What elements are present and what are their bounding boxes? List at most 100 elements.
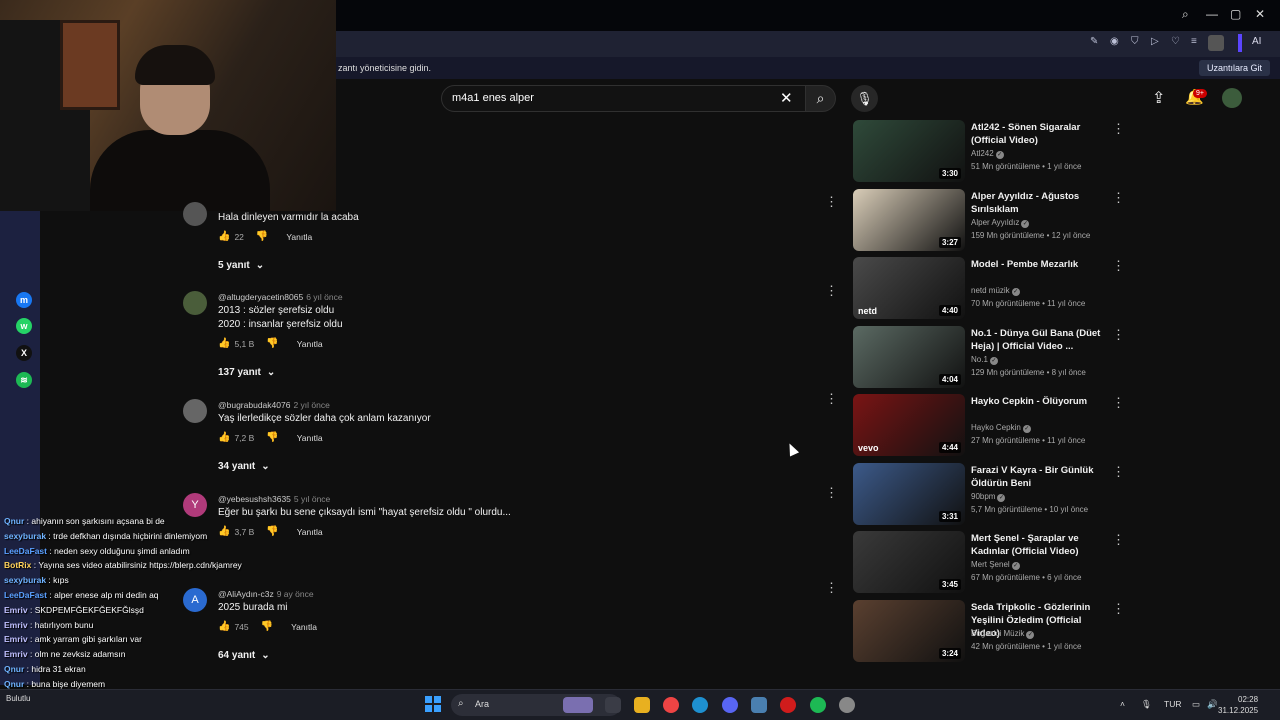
clear-search-icon[interactable]: ✕	[780, 89, 793, 107]
channel-name[interactable]: Hayko Cepkin	[971, 423, 1021, 432]
comment-author-name[interactable]: @bugrabudak4076	[218, 400, 290, 410]
upload-icon[interactable]: ⇪	[1152, 88, 1165, 108]
comment-more-icon[interactable]: ⋮	[825, 391, 838, 407]
heart-icon[interactable]: ♡	[1171, 36, 1180, 47]
chat-username[interactable]: sexyburak	[4, 575, 46, 585]
video-channel[interactable]: Alper Ayyıldız ✓	[971, 218, 1030, 228]
like-icon[interactable]: 👍	[218, 338, 230, 349]
show-replies-button[interactable]: 64 yanıt ⌄	[218, 650, 270, 661]
reply-button[interactable]: Yanıtla	[286, 232, 312, 242]
go-to-extensions-button[interactable]: Uzantılara Git	[1198, 60, 1270, 76]
chat-username[interactable]: Emriv	[4, 620, 28, 630]
account-avatar[interactable]	[1222, 88, 1242, 108]
chat-username[interactable]: sexyburak	[4, 531, 46, 541]
obs-icon[interactable]	[839, 697, 855, 713]
comment-more-icon[interactable]: ⋮	[825, 485, 838, 501]
video-channel[interactable]: Atl242 ✓	[971, 149, 1004, 159]
comment-author[interactable]: @altugderyacetin8065 6 yıl önce	[218, 292, 343, 302]
settings-app-icon[interactable]	[751, 697, 767, 713]
video-channel[interactable]: No.1 ✓	[971, 355, 998, 365]
dislike-icon[interactable]: 👎	[266, 338, 278, 349]
comment-avatar[interactable]	[183, 291, 207, 315]
reply-button[interactable]: Yanıtla	[291, 622, 317, 632]
comment-author[interactable]: @bugrabudak4076 2 yıl önce	[218, 400, 330, 410]
chrome-icon[interactable]	[663, 697, 679, 713]
opera-gx-icon[interactable]	[780, 697, 796, 713]
comment-avatar[interactable]	[183, 202, 207, 226]
channel-name[interactable]: Boğaziçi Müzik	[971, 629, 1024, 638]
chat-username[interactable]: Qnur	[4, 516, 24, 526]
chat-username[interactable]: LeeDaFast	[4, 546, 47, 556]
tray-display-icon[interactable]: ▭	[1192, 699, 1200, 710]
video-thumbnail[interactable]: 3:45	[853, 531, 965, 593]
dislike-icon[interactable]: 👎	[266, 432, 278, 443]
close-window-icon[interactable]: ✕	[1255, 7, 1265, 21]
video-title[interactable]: Alper Ayyıldız - Ağustos Sırılsıklam	[971, 190, 1111, 216]
comment-author-name[interactable]: @altugderyacetin8065	[218, 292, 303, 302]
task-view-icon[interactable]	[605, 697, 621, 713]
channel-name[interactable]: Mert Şenel	[971, 560, 1010, 569]
video-channel[interactable]: netd müzik ✓	[971, 286, 1020, 296]
dislike-icon[interactable]: 👎	[261, 621, 273, 632]
video-channel[interactable]: Boğaziçi Müzik ✓	[971, 629, 1035, 639]
comment-author[interactable]: @AliAydın-c3z 9 ay önce	[218, 589, 314, 599]
video-title[interactable]: Atl242 - Sönen Sigaralar (Official Video…	[971, 121, 1111, 147]
video-more-icon[interactable]: ⋮	[1112, 190, 1125, 206]
channel-name[interactable]: netd müzik	[971, 286, 1010, 295]
reply-button[interactable]: Yanıtla	[297, 527, 323, 537]
chat-username[interactable]: BotRix	[4, 560, 31, 570]
edge-icon[interactable]	[692, 697, 708, 713]
tray-expand-icon[interactable]: ˄	[1120, 699, 1125, 709]
comment-more-icon[interactable]: ⋮	[825, 283, 838, 299]
reply-button[interactable]: Yanıtla	[297, 433, 323, 443]
like-icon[interactable]: 👍	[218, 432, 230, 443]
video-thumbnail[interactable]: 3:24	[853, 599, 965, 662]
chat-username[interactable]: LeeDaFast	[4, 590, 47, 600]
menu-icon[interactable]: ≡	[1191, 36, 1197, 47]
channel-name[interactable]: 90bpm	[971, 492, 995, 501]
play-icon[interactable]: ▷	[1151, 36, 1159, 47]
comment-more-icon[interactable]: ⋮	[825, 194, 838, 210]
video-more-icon[interactable]: ⋮	[1112, 601, 1125, 617]
video-title[interactable]: Mert Şenel - Şaraplar ve Kadınlar (Offic…	[971, 532, 1111, 558]
show-replies-button[interactable]: 34 yanıt ⌄	[218, 461, 270, 472]
video-thumbnail[interactable]: 3:30	[853, 120, 965, 182]
comment-author-name[interactable]: @AliAydın-c3z	[218, 589, 274, 599]
taskbar-clock[interactable]: 02:28 31.12.2025	[1218, 694, 1258, 716]
video-more-icon[interactable]: ⋮	[1112, 327, 1125, 343]
reply-button[interactable]: Yanıtla	[297, 339, 323, 349]
comment-avatar[interactable]: Y	[183, 493, 207, 517]
search-button[interactable]: ⌕	[806, 85, 836, 112]
comment-avatar[interactable]: A	[183, 588, 207, 612]
discord-icon[interactable]	[722, 697, 738, 713]
file-explorer-icon[interactable]	[634, 697, 650, 713]
chat-username[interactable]: Emriv	[4, 605, 28, 615]
video-more-icon[interactable]: ⋮	[1112, 464, 1125, 480]
channel-name[interactable]: No.1	[971, 355, 988, 364]
video-thumbnail[interactable]: 3:31	[853, 462, 965, 525]
video-channel[interactable]: Hayko Cepkin ✓	[971, 423, 1031, 433]
dislike-icon[interactable]: 👎	[266, 526, 278, 537]
like-icon[interactable]: 👍	[218, 621, 230, 632]
channel-name[interactable]: Alper Ayyıldız	[971, 218, 1019, 227]
dislike-icon[interactable]: 👎	[256, 231, 268, 242]
video-channel[interactable]: Mert Şenel ✓	[971, 560, 1020, 570]
video-thumbnail[interactable]: 3:27	[853, 188, 965, 251]
ai-button[interactable]: AI	[1252, 36, 1261, 47]
video-thumbnail[interactable]: netd 4:40	[853, 257, 965, 319]
video-more-icon[interactable]: ⋮	[1112, 121, 1125, 137]
video-thumbnail[interactable]: 4:04	[853, 325, 965, 388]
show-replies-button[interactable]: 137 yanıt ⌄	[218, 367, 275, 378]
shield-icon[interactable]: ⛉	[1131, 36, 1139, 47]
search-tabs-icon[interactable]: ⌕	[1182, 7, 1189, 22]
video-title[interactable]: Hayko Cepkin - Ölüyorum	[971, 395, 1111, 408]
comment-avatar[interactable]	[183, 399, 207, 423]
profile-icon[interactable]	[1208, 35, 1224, 51]
video-title[interactable]: Model - Pembe Mezarlık	[971, 258, 1111, 271]
channel-name[interactable]: Atl242	[971, 149, 994, 158]
language-indicator[interactable]: TUR	[1164, 699, 1181, 709]
chat-username[interactable]: Emriv	[4, 634, 28, 644]
video-more-icon[interactable]: ⋮	[1112, 258, 1125, 274]
comment-author-name[interactable]: @yebesushsh3635	[218, 494, 291, 504]
video-thumbnail[interactable]: vevo 4:44	[853, 394, 965, 456]
